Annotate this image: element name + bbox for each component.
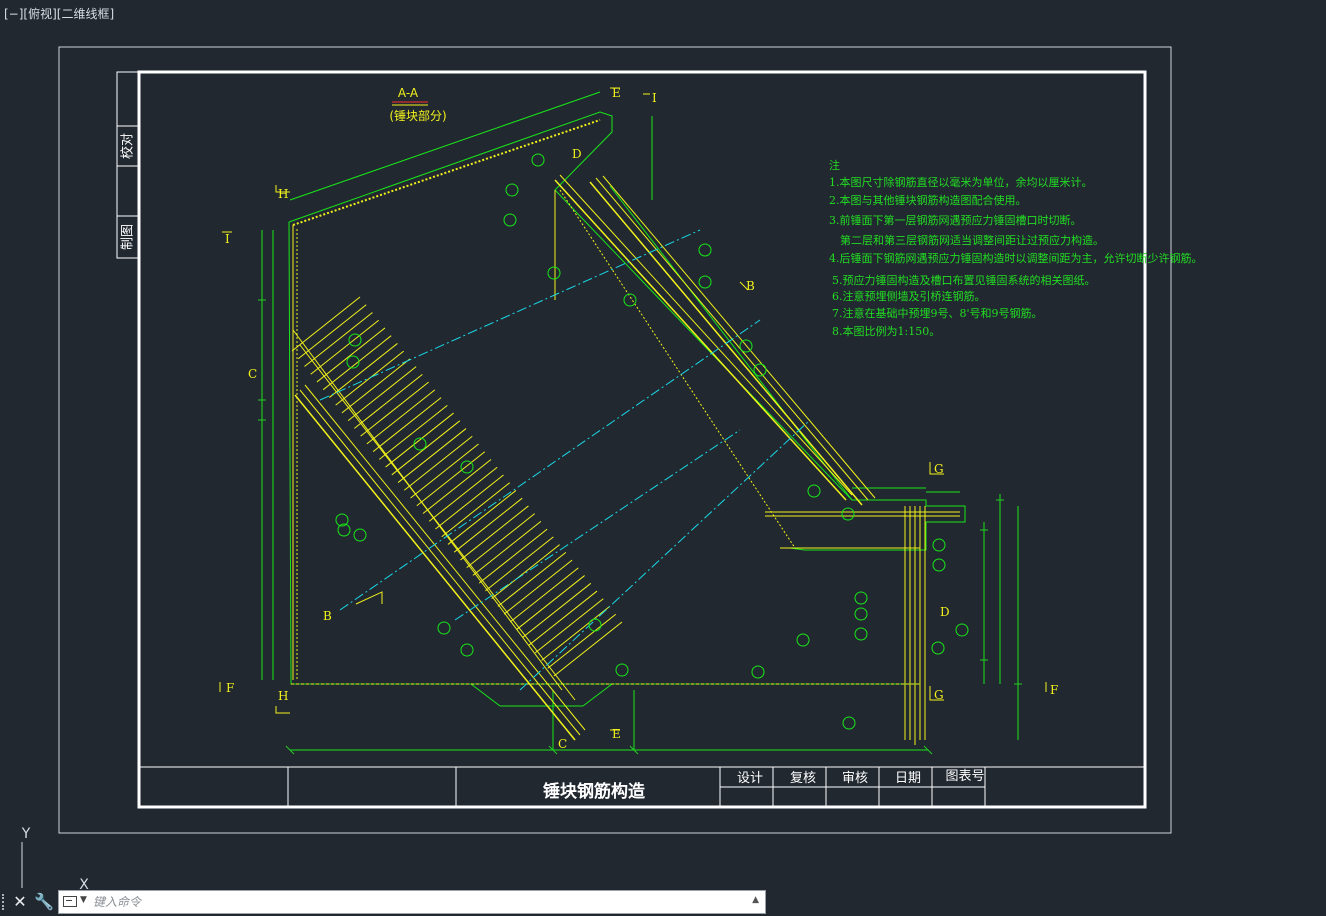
grip-handle[interactable] bbox=[2, 894, 10, 910]
note-5: 5.预应力锤固构造及槽口布置见锤固系统的相关图纸。 bbox=[832, 273, 1096, 287]
side-label-draw: 制图 bbox=[121, 224, 136, 250]
svg-text:B: B bbox=[746, 279, 755, 293]
wrench-icon[interactable]: 🔧 bbox=[34, 892, 54, 912]
command-input[interactable] bbox=[93, 891, 733, 913]
note-3b: 第二层和第三层钢筋网适当调整间距让过预应力构造。 bbox=[840, 233, 1104, 247]
ucs-y-label: Y bbox=[21, 826, 31, 842]
svg-text:I: I bbox=[652, 91, 657, 105]
svg-text:C: C bbox=[248, 367, 257, 381]
command-line-bar: ✕ 🔧 ▼ ▲ bbox=[0, 888, 770, 916]
center-lines bbox=[319, 229, 811, 691]
tb-design: 设计 bbox=[737, 771, 763, 786]
command-input-box: ▼ ▲ bbox=[58, 890, 766, 914]
layout-boundary bbox=[58, 46, 1172, 834]
chevron-down-icon[interactable]: ▼ bbox=[80, 895, 87, 905]
note-7: 7.注意在基础中预埋9号、8'号和9号钢筋。 bbox=[832, 306, 1043, 320]
svg-text:I: I bbox=[225, 232, 230, 246]
note-1: 1.本图尺寸除钢筋直径以毫米为单位，余均以厘米计。 bbox=[829, 175, 1093, 189]
svg-text:H: H bbox=[278, 187, 288, 201]
note-2: 2.本图与其他锤块钢筋构造图配合使用。 bbox=[829, 193, 1027, 207]
notes-title: 注 bbox=[829, 158, 840, 172]
chevron-up-icon[interactable]: ▲ bbox=[752, 895, 759, 905]
tb-sheet-no: 图表号 bbox=[945, 769, 984, 784]
svg-text:D: D bbox=[940, 605, 950, 619]
svg-text:B: B bbox=[323, 609, 332, 623]
svg-text:E: E bbox=[612, 727, 621, 741]
close-icon[interactable]: ✕ bbox=[12, 892, 28, 912]
note-8: 8.本图比例为1:150。 bbox=[832, 324, 940, 338]
note-4: 4.后锤面下钢筋网遇预应力锤固构造时以调整间距为主，允许切断少许钢筋。 bbox=[829, 251, 1203, 265]
note-3: 3.前锤面下第一层钢筋网遇预应力锤固槽口时切断。 bbox=[829, 213, 1082, 227]
dimension-ticks bbox=[258, 299, 1022, 755]
svg-text:F: F bbox=[1050, 683, 1058, 697]
section-subtitle: (锤块部分) bbox=[389, 108, 446, 123]
side-label-box: 校对 制图 bbox=[116, 71, 140, 259]
svg-text:C: C bbox=[558, 737, 567, 751]
side-label-check: 校对 bbox=[120, 133, 136, 159]
tb-review: 复核 bbox=[790, 771, 816, 786]
note-6: 6.注意预埋侧墙及引桥连钢筋。 bbox=[832, 289, 986, 303]
svg-text:H: H bbox=[278, 689, 288, 703]
svg-text:F: F bbox=[226, 681, 234, 695]
tb-date: 日期 bbox=[895, 771, 921, 786]
svg-text:D: D bbox=[572, 147, 582, 161]
command-prompt-icon[interactable] bbox=[63, 896, 77, 907]
tb-approve: 审核 bbox=[842, 771, 868, 786]
drawing-name: 锤块钢筋构造 bbox=[543, 781, 646, 802]
drawing-canvas[interactable]: 校对 制图 锤块钢筋构造 设计 复核 审核 日期 图表号 A-A (锤块部分) bbox=[0, 0, 1326, 916]
section-title: A-A bbox=[398, 86, 419, 100]
